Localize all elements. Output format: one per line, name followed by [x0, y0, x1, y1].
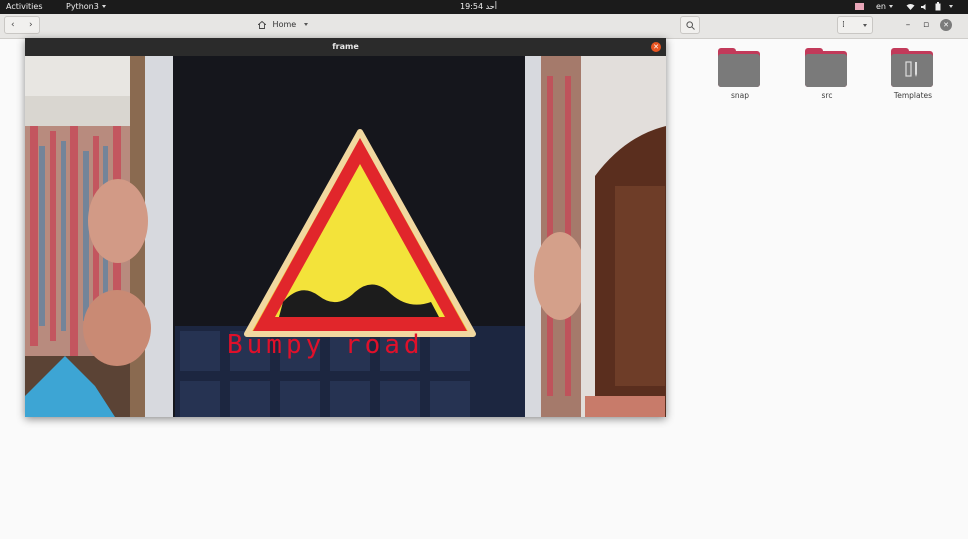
- restore-icon[interactable]: ▫: [918, 17, 934, 33]
- close-icon[interactable]: ✕: [651, 42, 661, 52]
- home-icon: [257, 20, 269, 29]
- window-controls: – ▫ ✕: [900, 17, 964, 35]
- camera-feed: Bumpy road: [25, 56, 666, 417]
- view-options: ⁞: [837, 16, 873, 34]
- files-header-bar: ‹ › Home ⁞ – ▫ ✕: [0, 14, 968, 39]
- chevron-down-icon[interactable]: [303, 23, 308, 26]
- battery-icon[interactable]: [935, 0, 941, 14]
- language-indicator[interactable]: en: [876, 0, 893, 14]
- files-empty-area[interactable]: [0, 417, 968, 539]
- close-icon[interactable]: ✕: [940, 19, 952, 31]
- folder-src[interactable]: src: [803, 48, 851, 104]
- path-bar[interactable]: Home: [257, 17, 318, 33]
- folder-label: Templates: [893, 91, 933, 100]
- chevron-down-icon: [101, 5, 106, 8]
- search-icon: [685, 21, 695, 30]
- camera-image: [25, 56, 666, 417]
- folder-label: src: [821, 91, 833, 100]
- activities-button[interactable]: Activities: [6, 0, 43, 14]
- back-arrow-icon[interactable]: ‹: [11, 17, 15, 33]
- top-bar: Activities Python3 19:54 أحد en: [0, 0, 968, 14]
- minimize-icon[interactable]: –: [900, 17, 916, 33]
- forward-arrow-icon[interactable]: ›: [29, 17, 33, 33]
- folder-icon: [805, 48, 849, 88]
- system-menu-chevron-icon[interactable]: [946, 0, 953, 14]
- screen-share-icon[interactable]: [855, 0, 864, 14]
- search-button[interactable]: [680, 16, 700, 34]
- app-menu[interactable]: Python3: [66, 0, 106, 14]
- templates-folder-icon: [891, 48, 935, 88]
- nav-buttons: ‹ ›: [4, 16, 40, 34]
- location-label: Home: [272, 20, 297, 29]
- chevron-down-icon[interactable]: [863, 24, 867, 27]
- wifi-icon[interactable]: [906, 0, 915, 14]
- language-label: en: [876, 2, 886, 11]
- folder-templates[interactable]: Templates: [889, 48, 937, 104]
- folder-label: snap: [730, 91, 750, 100]
- clock[interactable]: 19:54 أحد: [460, 0, 497, 14]
- chevron-down-icon: [889, 5, 893, 8]
- list-view-icon[interactable]: ⁞: [842, 17, 845, 33]
- frame-window[interactable]: frame ✕ Bumpy road: [25, 38, 666, 417]
- detection-label: Bumpy road: [227, 330, 424, 360]
- sound-icon[interactable]: [921, 0, 929, 14]
- folder-icon: [718, 48, 762, 88]
- folder-snap[interactable]: snap: [716, 48, 764, 104]
- window-title: frame: [25, 38, 666, 56]
- app-menu-label: Python3: [66, 2, 99, 11]
